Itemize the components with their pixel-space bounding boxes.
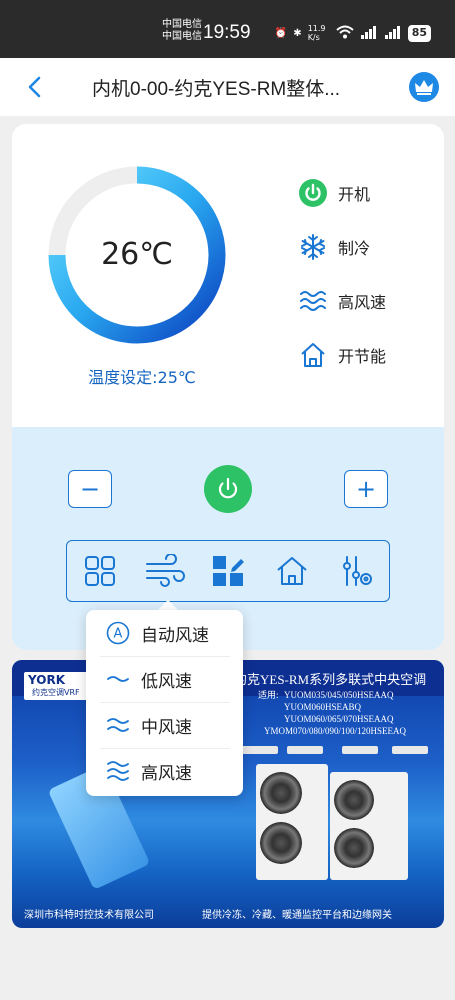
menu-item-auto-speed[interactable]: A 自动风速 xyxy=(86,610,243,656)
status-eco: 开节能 xyxy=(298,340,386,370)
status-eco-label: 开节能 xyxy=(338,347,387,366)
menu-item-label: 自动风速 xyxy=(141,625,209,646)
minus-glyph: − xyxy=(79,475,101,503)
banner-fit-label: 适用: xyxy=(258,690,279,700)
carrier-labels: 中国电信 中国电信 xyxy=(162,19,202,43)
temperature-minus-button[interactable]: − xyxy=(68,470,112,508)
cassette-image xyxy=(287,746,323,754)
fan-image xyxy=(334,828,374,868)
fan-image xyxy=(334,780,374,820)
york-logo-text: YORK xyxy=(28,673,66,687)
edit-layout-icon[interactable] xyxy=(211,554,245,588)
power-icon xyxy=(218,477,238,499)
power-button[interactable] xyxy=(204,465,252,513)
settings-sliders-icon[interactable] xyxy=(339,554,373,588)
back-arrow-icon[interactable] xyxy=(22,72,48,102)
power-on-icon xyxy=(298,178,328,208)
status-bar: 中国电信 中国电信 19:59 ⏰ ✱ 11.9 K/s 85 xyxy=(0,0,455,58)
mode-toolbar xyxy=(66,540,390,602)
setpoint-label: 温度设定:25℃ xyxy=(88,368,196,387)
outdoor-unit-image xyxy=(256,764,328,880)
home-mode-icon[interactable] xyxy=(275,554,309,588)
fan-speed-icon[interactable] xyxy=(145,553,185,588)
clock: 19:59 xyxy=(203,22,251,43)
status-mode: 制冷 xyxy=(298,232,370,262)
auto-icon: A xyxy=(106,621,130,645)
wifi-icon xyxy=(336,25,354,42)
signal-icon-1 xyxy=(360,25,378,42)
menu-item-low-speed[interactable]: 低风速 xyxy=(86,656,243,702)
fan-image xyxy=(260,822,302,864)
menu-item-label: 低风速 xyxy=(141,671,192,692)
banner-slogan: 提供冷冻、冷藏、暖通监控平台和边缘网关 xyxy=(202,910,392,921)
status-power-label: 开机 xyxy=(338,185,371,204)
carrier-2: 中国电信 xyxy=(162,31,202,42)
signal-icon-2 xyxy=(384,25,402,42)
battery-indicator: 85 xyxy=(407,24,431,42)
fan-image xyxy=(260,772,302,814)
net-speed: 11.9 K/s xyxy=(307,24,326,42)
banner-model: YUOM060/065/070HSEAAQ xyxy=(284,714,394,724)
banner-model: YUOM035/045/050HSEAAQ xyxy=(284,690,394,700)
cassette-image xyxy=(342,746,378,754)
nav-bar: 内机0-00-约克YES-RM整体... xyxy=(0,58,455,116)
status-icons: ⏰ ✱ 11.9 K/s 85 xyxy=(275,24,431,42)
fan-wave-icon xyxy=(298,286,328,316)
popup-arrow xyxy=(158,600,178,610)
crown-icon[interactable] xyxy=(409,72,439,102)
current-temperature: 26℃ xyxy=(101,237,173,272)
status-fan: 高风速 xyxy=(298,286,386,316)
cassette-image xyxy=(392,746,428,754)
menu-item-medium-speed[interactable]: 中风速 xyxy=(86,702,243,748)
menu-item-label: 中风速 xyxy=(141,717,192,738)
page-title: 内机0-00-约克YES-RM整体... xyxy=(92,79,341,100)
bluetooth-icon: ✱ xyxy=(293,27,302,39)
high-wave-icon xyxy=(106,759,130,783)
medium-wave-icon xyxy=(106,713,130,737)
status-power: 开机 xyxy=(298,178,370,208)
carrier-1: 中国电信 xyxy=(162,19,202,30)
menu-item-label: 高风速 xyxy=(141,763,192,784)
york-logo-sub: 约克空调VRF xyxy=(32,688,80,697)
alarm-icon: ⏰ xyxy=(274,27,288,39)
cassette-image xyxy=(242,746,278,754)
banner-model: YUOM060HSEABQ xyxy=(284,702,362,712)
banner-title: 约克YES-RM系列多联式中央空调 xyxy=(234,672,427,687)
home-icon xyxy=(298,340,328,370)
temperature-plus-button[interactable]: + xyxy=(344,470,388,508)
plus-glyph: + xyxy=(355,475,377,503)
snowflake-icon xyxy=(298,232,328,262)
status-mode-label: 制冷 xyxy=(338,239,371,258)
status-fan-label: 高风速 xyxy=(338,293,387,312)
banner-company: 深圳市科特时控技术有限公司 xyxy=(24,910,154,921)
banner-model: YMOM070/080/090/100/120HSEEAQ xyxy=(264,726,407,736)
outdoor-unit-image xyxy=(330,772,408,880)
status-panel: 26℃ 温度设定:25℃ 开机 制冷 高风速 开节能 xyxy=(12,124,444,427)
fan-speed-menu: A 自动风速 低风速 中风速 高风速 xyxy=(86,610,243,796)
auto-icon-letter: A xyxy=(114,627,123,642)
mode-grid-icon[interactable] xyxy=(83,554,117,588)
low-wave-icon xyxy=(106,667,130,691)
menu-item-high-speed[interactable]: 高风速 xyxy=(86,748,243,794)
